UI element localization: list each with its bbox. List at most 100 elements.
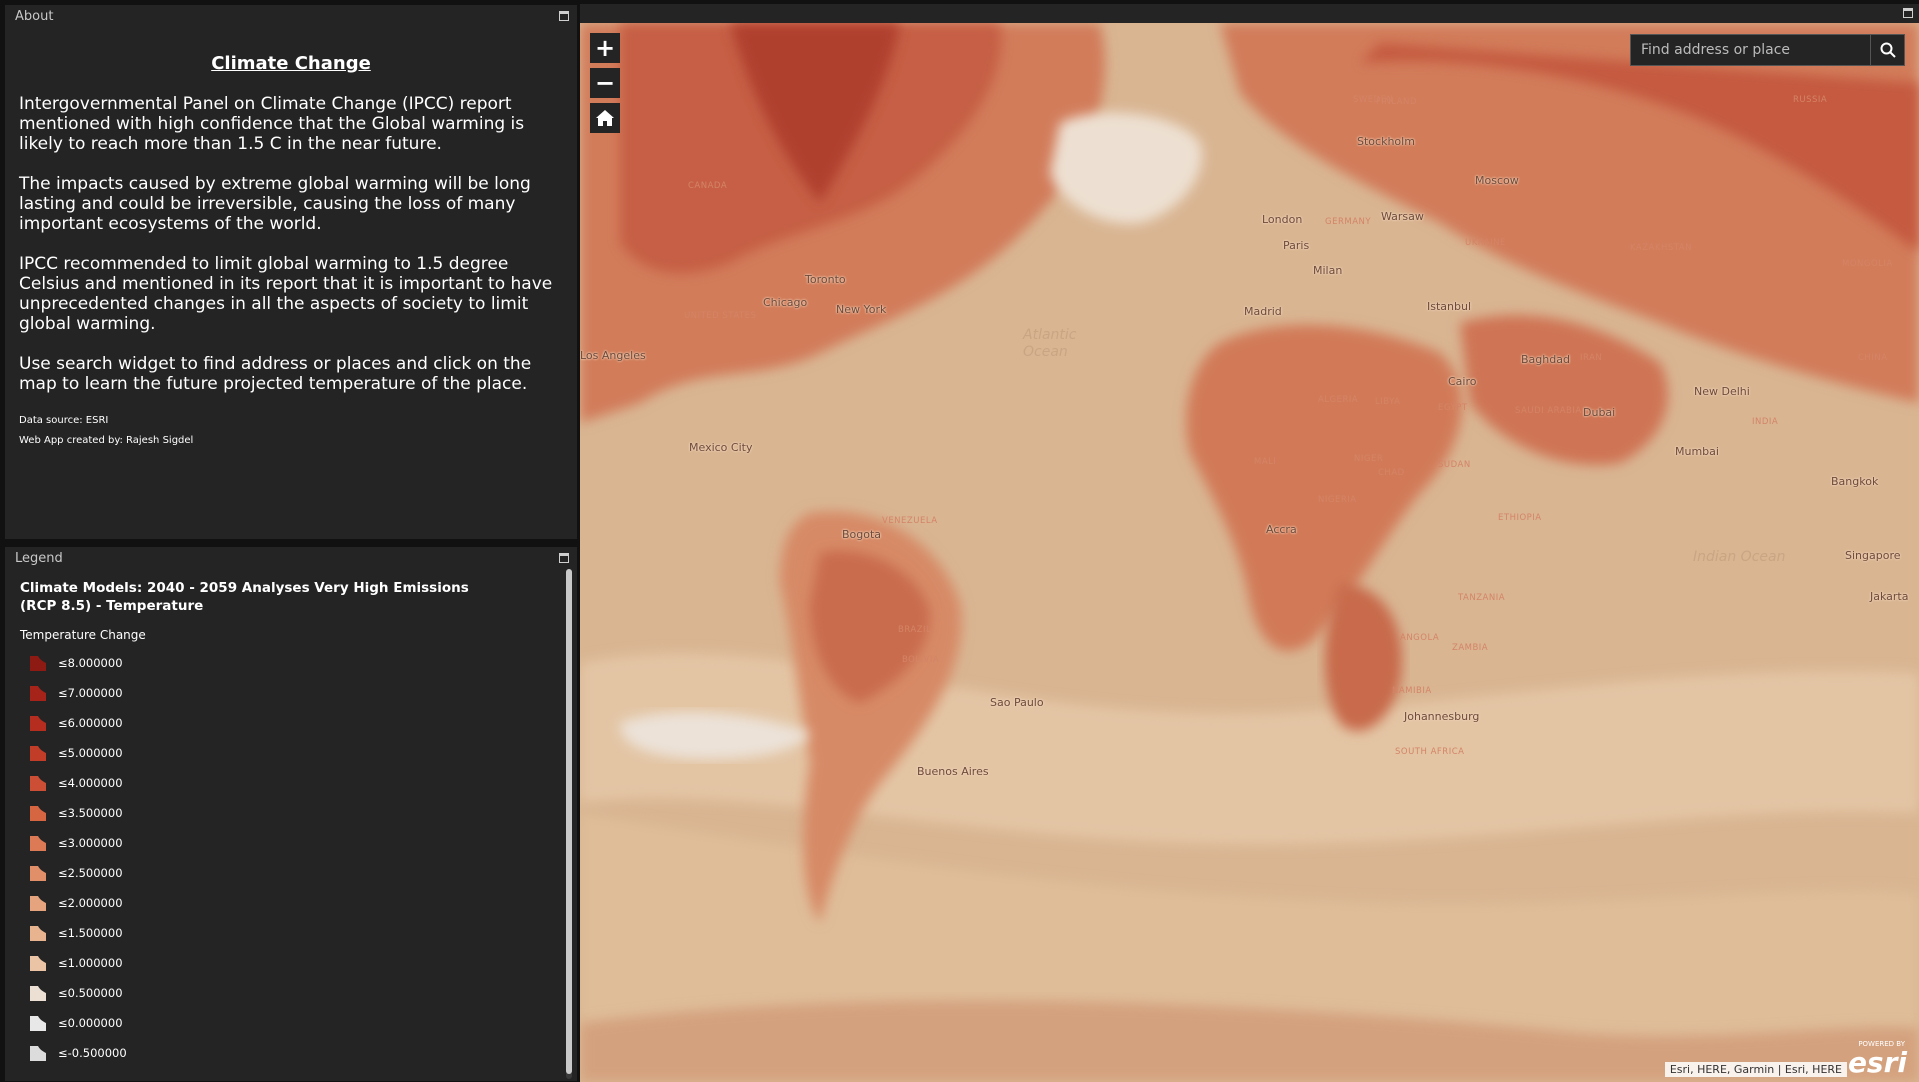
city-label: New York — [836, 303, 887, 316]
city-label: Los Angeles — [580, 349, 646, 362]
city-label: Madrid — [1244, 305, 1282, 318]
country-label: MALI — [1254, 457, 1277, 467]
esri-logo[interactable]: esri — [1848, 1049, 1907, 1077]
legend-item: ≤6.000000 — [20, 708, 559, 738]
city-label: London — [1262, 213, 1303, 226]
country-label: SAUDI ARABIA — [1515, 406, 1582, 416]
legend-item-label: ≤7.000000 — [58, 686, 123, 700]
country-label: ETHIOPIA — [1498, 513, 1542, 523]
country-label: CHAD — [1378, 468, 1405, 478]
city-label: Cairo — [1448, 375, 1477, 388]
country-label: CHINA — [1858, 353, 1888, 363]
about-paragraph: Use search widget to find address or pla… — [19, 354, 532, 394]
legend-item: ≤8.000000 — [20, 648, 559, 678]
city-label: Toronto — [805, 273, 846, 286]
country-label: ALGERIA — [1318, 395, 1359, 405]
search-input[interactable] — [1631, 35, 1870, 65]
country-label: LIBYA — [1375, 397, 1401, 407]
about-panel-title: About — [15, 9, 54, 24]
country-label: RUSSIA — [1793, 95, 1828, 105]
country-label: EGYPT — [1438, 403, 1468, 413]
legend-item: ≤2.000000 — [20, 888, 559, 918]
maximize-icon[interactable] — [559, 553, 569, 563]
legend-swatch-icon — [28, 804, 48, 822]
city-label: Buenos Aires — [917, 765, 989, 778]
legend-item-label: ≤2.000000 — [58, 896, 123, 910]
country-label: KAZAKHSTAN — [1630, 243, 1692, 253]
search-widget[interactable] — [1630, 34, 1905, 66]
country-label: ANGOLA — [1400, 633, 1440, 643]
legend-swatch-icon — [28, 834, 48, 852]
legend-item-label: ≤3.500000 — [58, 806, 123, 820]
zoom-out-button[interactable]: − — [590, 68, 620, 98]
city-label: Singapore — [1845, 549, 1901, 562]
city-label: Dubai — [1583, 406, 1616, 419]
legend-swatch-icon — [28, 714, 48, 732]
country-label: ZAMBIA — [1452, 643, 1489, 653]
legend-panel-title: Legend — [15, 551, 63, 566]
legend-item: ≤3.500000 — [20, 798, 559, 828]
legend-item: ≤0.000000 — [20, 1008, 559, 1038]
country-label: IRAN — [1580, 353, 1603, 363]
country-label: GERMANY — [1325, 217, 1372, 227]
home-button[interactable] — [590, 103, 620, 133]
legend-item: ≤1.500000 — [20, 918, 559, 948]
legend-item: ≤-0.500000 — [20, 1038, 559, 1068]
city-label: Mumbai — [1675, 445, 1719, 458]
country-label: FINLAND — [1376, 97, 1417, 107]
country-label: BRAZIL — [898, 625, 932, 635]
legend-swatch-icon — [28, 774, 48, 792]
city-label: Jakarta — [1870, 590, 1909, 603]
legend-item: ≤4.000000 — [20, 768, 559, 798]
country-label: TANZANIA — [1458, 593, 1506, 603]
legend-item-label: ≤5.000000 — [58, 746, 123, 760]
legend-layer-title: Climate Models: 2040 - 2059 Analyses Ver… — [20, 580, 469, 614]
legend-swatch-icon — [28, 954, 48, 972]
legend-field-label: Temperature Change — [20, 628, 146, 642]
country-label: NAMIBIA — [1392, 686, 1432, 696]
legend-scrollbar-thumb[interactable] — [566, 569, 572, 1074]
legend-swatch-icon — [28, 924, 48, 942]
legend-swatch-icon — [28, 984, 48, 1002]
city-label: Chicago — [763, 296, 808, 309]
about-panel: About Climate Change Intergovernmental P… — [4, 4, 578, 540]
legend-item: ≤5.000000 — [20, 738, 559, 768]
legend-item-label: ≤0.000000 — [58, 1016, 123, 1030]
legend-item: ≤3.000000 — [20, 828, 559, 858]
about-paragraph: IPCC recommended to limit global warming… — [19, 254, 553, 334]
country-label: SUDAN — [1438, 460, 1471, 470]
city-label: Stockholm — [1357, 135, 1415, 148]
map-view[interactable]: + − Atlantic Ocean Indian Ocean CANADA U… — [580, 23, 1919, 1082]
map-attribution: Esri, HERE, Garmin | Esri, HERE — [1664, 1062, 1847, 1077]
about-panel-header: About — [5, 5, 577, 29]
search-icon — [1880, 42, 1896, 58]
maximize-icon[interactable] — [559, 11, 569, 21]
legend-list: ≤8.000000 ≤7.000000 ≤6.000000 ≤5.000000 ≤4.0… — [20, 648, 559, 1068]
country-label: MONGOLIA — [1842, 259, 1893, 269]
country-label: INDIA — [1752, 417, 1779, 427]
about-paragraph: Intergovernmental Panel on Climate Chang… — [19, 94, 525, 154]
ocean-label: Indian Ocean — [1693, 549, 1786, 565]
legend-item-label: ≤2.500000 — [58, 866, 123, 880]
legend-item-label: ≤8.000000 — [58, 656, 123, 670]
home-icon — [596, 110, 614, 126]
search-button[interactable] — [1870, 35, 1904, 65]
legend-swatch-icon — [28, 1014, 48, 1032]
legend-item-label: ≤-0.500000 — [58, 1046, 127, 1060]
legend-swatch-icon — [28, 864, 48, 882]
country-label: CANADA — [688, 181, 728, 191]
page-title: Climate Change — [211, 53, 371, 74]
map-topbar — [580, 4, 1919, 23]
legend-item: ≤2.500000 — [20, 858, 559, 888]
legend-content: Climate Models: 2040 - 2059 Analyses Ver… — [5, 571, 577, 1068]
country-label: VENEZUELA — [882, 516, 938, 526]
legend-item-label: ≤1.000000 — [58, 956, 123, 970]
credit-text: Web App created by: Rajesh Sigdel — [19, 435, 194, 446]
city-label: Moscow — [1475, 174, 1519, 187]
country-label: SOUTH AFRICA — [1395, 747, 1465, 757]
city-label: Johannesburg — [1404, 710, 1480, 723]
maximize-icon[interactable] — [1903, 8, 1913, 18]
city-label: Sao Paulo — [990, 696, 1044, 709]
legend-item-label: ≤3.000000 — [58, 836, 123, 850]
zoom-in-button[interactable]: + — [590, 33, 620, 63]
